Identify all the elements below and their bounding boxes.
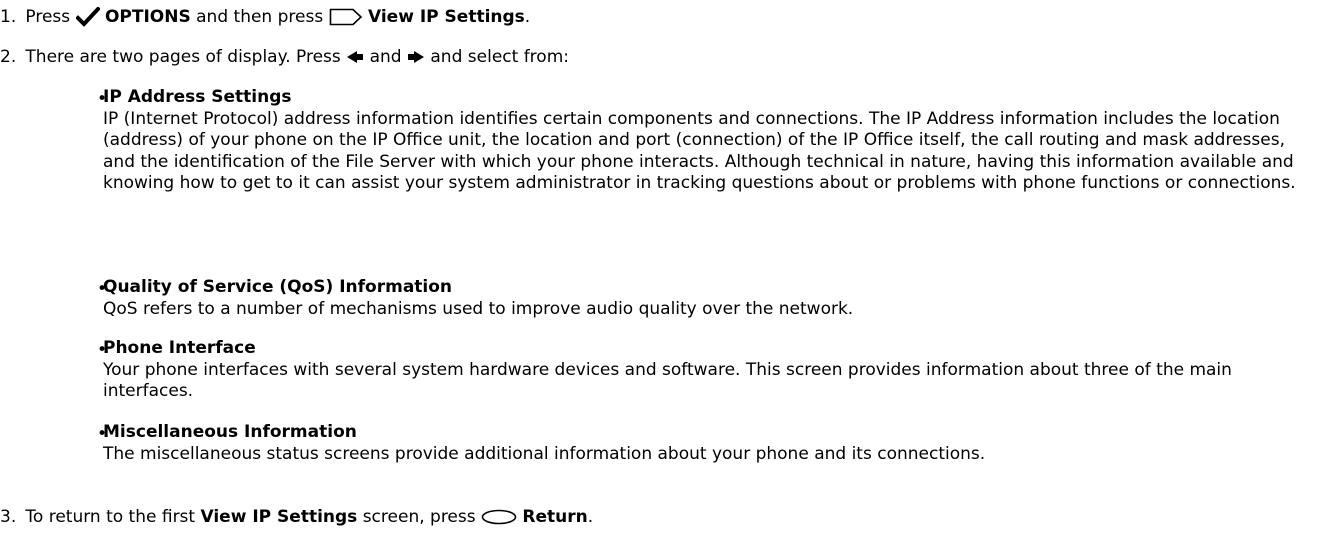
- item-description: QoS refers to a number of mechanisms use…: [103, 298, 854, 319]
- step-3: 3. To return to the first View IP Settin…: [0, 505, 593, 529]
- step-2: 2. There are two pages of display. Press…: [0, 45, 569, 69]
- step-number: 3.: [0, 507, 17, 527]
- item-title: Quality of Service (QoS) Information: [103, 277, 453, 297]
- step-number: 2.: [0, 47, 17, 67]
- item-title: IP Address Settings: [103, 87, 292, 107]
- list-item-miscellaneous-information: Miscellaneous Information The miscellane…: [103, 422, 1318, 465]
- list-item-qos-information: Quality of Service (QoS) Information QoS…: [103, 277, 1318, 320]
- step-text: Press: [25, 7, 71, 27]
- step-text: screen, press: [362, 507, 476, 527]
- step-text: .: [587, 507, 594, 527]
- item-title: Phone Interface: [103, 338, 256, 358]
- left-arrow-icon: [346, 50, 364, 64]
- list-item-ip-address-settings: IP Address Settings IP (Internet Protoco…: [103, 87, 1318, 195]
- view-ip-settings-label: View IP Settings: [368, 7, 525, 27]
- item-title: Miscellaneous Information: [103, 422, 357, 442]
- item-description: IP (Internet Protocol) address informati…: [103, 108, 1296, 194]
- checkmark-icon: [75, 7, 100, 27]
- step-text: and then press: [196, 7, 324, 27]
- step-text: There are two pages of display. Press: [25, 47, 341, 67]
- step-1: 1. Press OPTIONS and then press View IP …: [0, 5, 530, 29]
- step-text: and: [369, 47, 402, 67]
- item-description: The miscellaneous status screens provide…: [103, 443, 986, 464]
- softkey-button-icon: [329, 8, 363, 26]
- step-text: .: [524, 7, 531, 27]
- list-item-phone-interface: Phone Interface Your phone interfaces wi…: [103, 338, 1318, 403]
- view-ip-settings-label: View IP Settings: [200, 507, 358, 527]
- step-number: 1.: [0, 7, 17, 27]
- return-label: Return: [522, 507, 588, 527]
- options-label: OPTIONS: [104, 7, 191, 27]
- step-text: and select from:: [430, 47, 569, 67]
- step-text: To return to the first: [25, 507, 196, 527]
- right-arrow-icon: [407, 50, 425, 64]
- item-description: Your phone interfaces with several syste…: [103, 359, 1232, 402]
- oval-button-icon: [481, 509, 517, 525]
